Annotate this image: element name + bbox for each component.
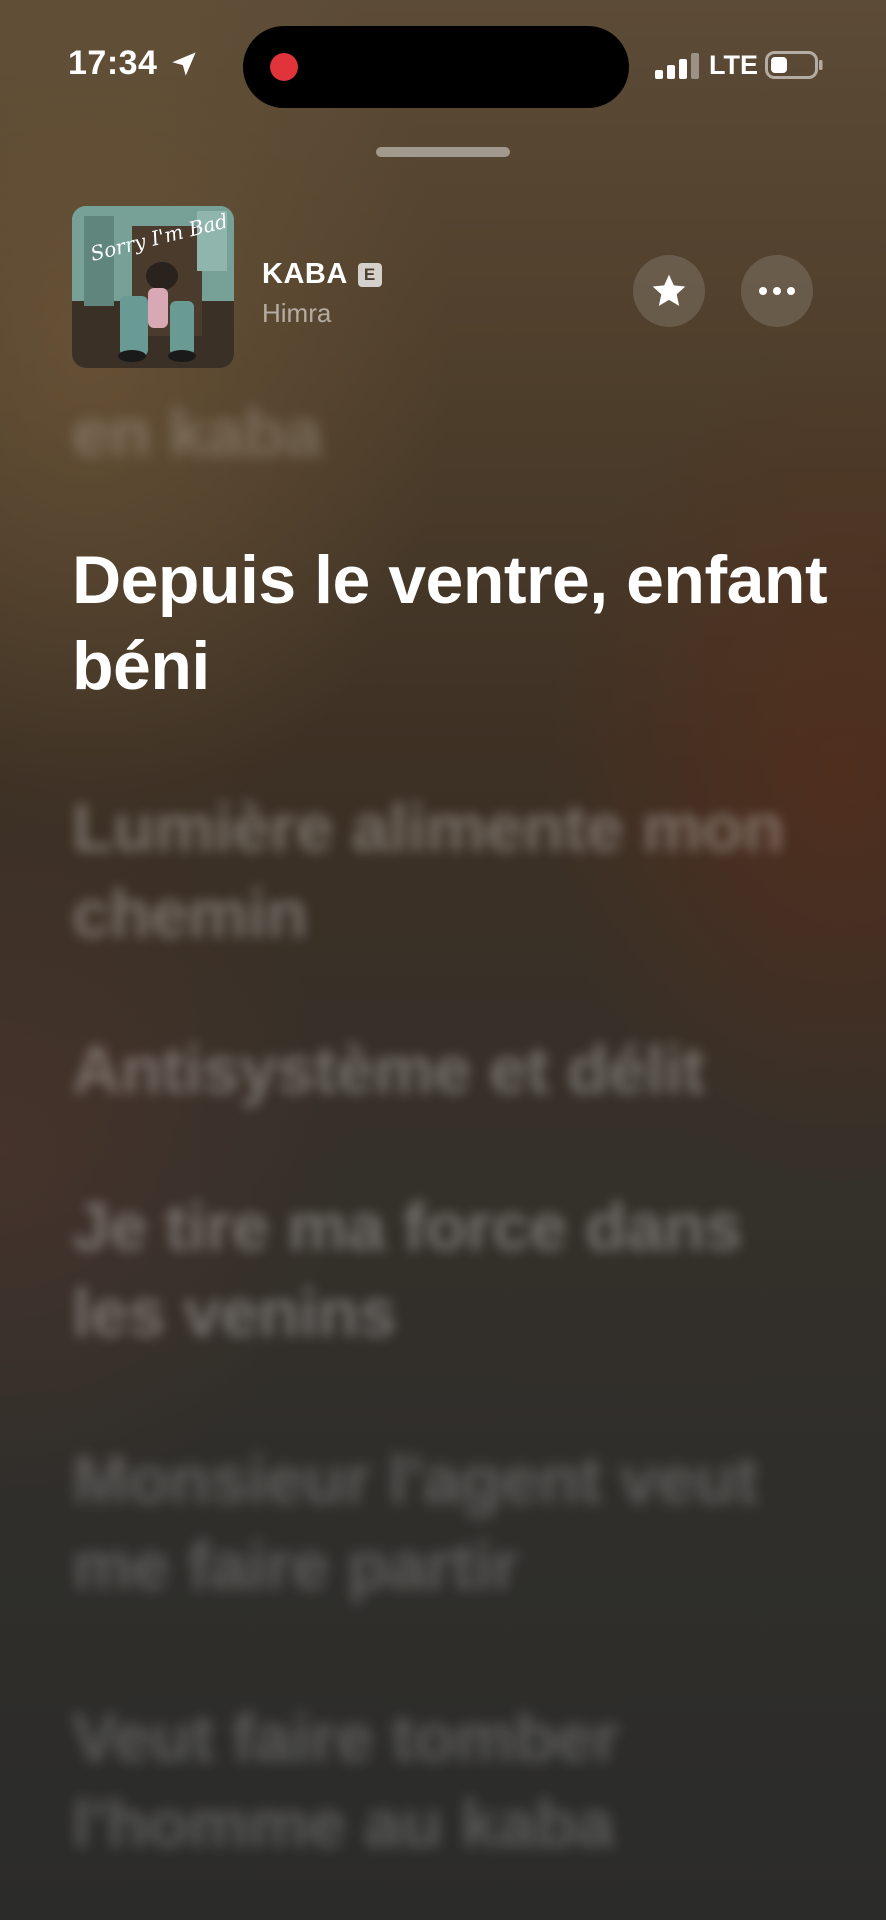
explicit-badge: E xyxy=(357,262,382,287)
now-playing-header: Sorry I'm Bad KABA E Himra xyxy=(0,200,886,370)
album-art[interactable]: Sorry I'm Bad xyxy=(72,206,234,368)
status-bar: 17:34 LTE xyxy=(0,0,886,130)
star-icon xyxy=(652,274,686,306)
network-type: LTE xyxy=(709,50,758,80)
album-art-image: Sorry I'm Bad xyxy=(72,206,234,368)
dynamic-island[interactable] xyxy=(243,26,629,108)
battery-icon xyxy=(765,51,823,79)
lyric-line-upcoming[interactable]: Je tire ma force dans les venins xyxy=(72,1184,852,1356)
artist-name[interactable]: Himra xyxy=(262,298,331,329)
status-time: 17:34 xyxy=(68,44,158,82)
lyric-line-upcoming[interactable]: Veut faire tomber l'homme au kaba xyxy=(72,1695,852,1867)
more-options-button[interactable] xyxy=(741,255,813,327)
ellipsis-icon xyxy=(759,287,795,295)
lyric-line-upcoming[interactable]: Lumière alimente mon chemin xyxy=(72,785,852,957)
lyric-line-upcoming[interactable]: Antisystème et délit xyxy=(72,1027,852,1113)
lyric-line-upcoming[interactable]: Monsieur l'agent veut me faire partir xyxy=(72,1437,852,1609)
location-arrow-icon xyxy=(172,52,196,76)
sheet-grabber[interactable] xyxy=(376,147,510,157)
song-title-row[interactable]: KABA E xyxy=(262,258,382,291)
signal-bars-icon xyxy=(655,53,699,79)
song-title: KABA xyxy=(262,258,348,290)
favorite-button[interactable] xyxy=(633,255,705,327)
lyric-line-current[interactable]: Depuis le ventre, enfant béni xyxy=(72,537,852,709)
recording-dot-icon xyxy=(270,53,298,81)
lyric-line-previous[interactable]: en kaba xyxy=(72,390,852,476)
